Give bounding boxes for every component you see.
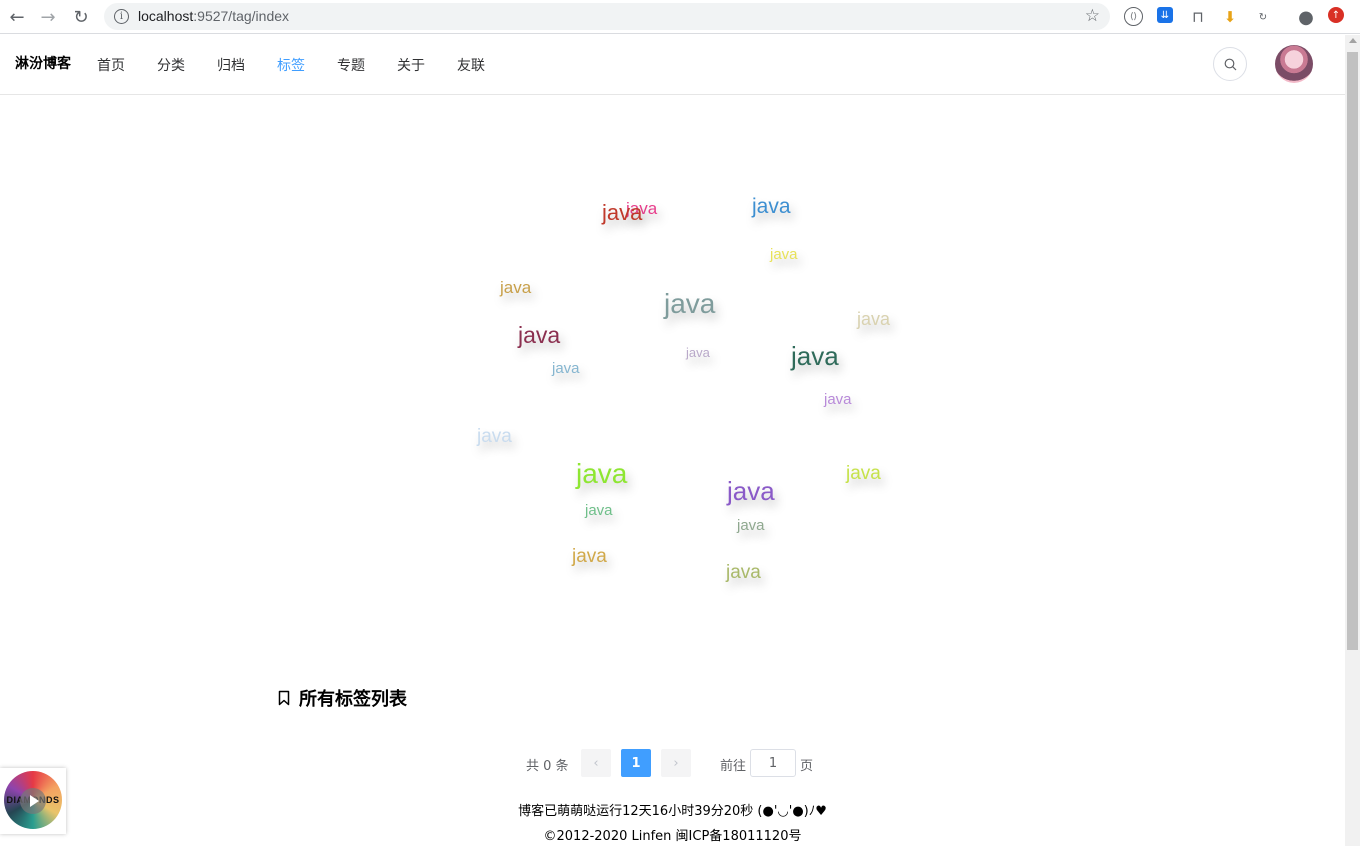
music-player[interactable]: DIAMONDS [0, 768, 66, 834]
tag-item[interactable]: java [752, 195, 791, 219]
extension-icon[interactable]: ⟨⟩ [1124, 7, 1143, 26]
browser-toolbar: ← → ↻ i localhost:9527/tag/index ☆ ⟨⟩ ⇊ … [0, 0, 1360, 34]
tag-item[interactable]: java [686, 345, 710, 360]
play-icon[interactable] [20, 788, 46, 814]
tag-item[interactable]: java [737, 517, 765, 534]
nav-topics[interactable]: 专题 [337, 55, 365, 75]
nav-category[interactable]: 分类 [157, 55, 185, 75]
scrollbar-thumb[interactable] [1347, 52, 1358, 650]
tag-item[interactable]: java [576, 458, 627, 490]
next-page-button[interactable]: › [661, 749, 691, 777]
tag-item[interactable]: java [518, 322, 560, 349]
tag-item[interactable]: java [572, 546, 607, 568]
tag-item[interactable]: java [585, 502, 613, 519]
footer-runtime: 博客已萌萌哒运行12天16小时39分20秒 (●'◡'●)ﾉ♥ [518, 804, 827, 819]
tag-item[interactable]: java [477, 426, 512, 448]
tag-item[interactable]: java [846, 463, 881, 485]
tag-item[interactable]: java [664, 288, 715, 320]
bookmark-icon[interactable]: ⊓ [1188, 7, 1208, 27]
nav-home[interactable]: 首页 [97, 55, 125, 75]
tag-item[interactable]: java [727, 476, 775, 507]
prev-page-button[interactable]: ‹ [581, 749, 611, 777]
section-title: 所有标签列表 [299, 689, 407, 710]
tag-item[interactable]: java [857, 309, 890, 330]
tag-item[interactable]: java [552, 360, 580, 377]
tag-item[interactable]: java [791, 341, 839, 372]
url-path: :9527/tag/index [193, 8, 290, 24]
tag-item[interactable]: java [770, 246, 798, 263]
nav-archive[interactable]: 归档 [217, 55, 245, 75]
tag-item[interactable]: java [500, 278, 531, 298]
back-arrow-icon[interactable]: ← [4, 4, 30, 30]
page-number-current[interactable]: 1 [621, 749, 651, 777]
account-icon[interactable]: ● [1296, 7, 1316, 28]
reload-icon[interactable]: ↻ [68, 4, 94, 30]
bookmark-outline-icon [278, 690, 290, 706]
tag-item[interactable]: java [602, 200, 642, 226]
extension-arrow-icon[interactable]: ⬇ [1220, 7, 1240, 27]
forward-arrow-icon[interactable]: → [35, 4, 61, 30]
search-icon [1224, 58, 1237, 71]
nav-links[interactable]: 友联 [457, 55, 485, 75]
nav-tags[interactable]: 标签 [277, 55, 305, 75]
section-heading: 所有标签列表 [278, 686, 407, 710]
url-host: localhost [138, 8, 194, 24]
tag-cloud: java java java java java java java java … [0, 96, 1345, 656]
off-extension-icon[interactable]: ↻ [1253, 7, 1273, 27]
goto-label: 前往 [720, 759, 747, 774]
url-text: localhost:9527/tag/index [138, 8, 289, 24]
avatar[interactable] [1275, 45, 1313, 83]
site-info-icon[interactable]: i [114, 9, 129, 24]
nav-about[interactable]: 关于 [397, 55, 425, 75]
download-extension-icon[interactable]: ⇊ [1157, 7, 1173, 23]
pagination-total: 共 0 条 [526, 759, 569, 774]
page-suffix-label: 页 [800, 759, 814, 774]
footer-copyright[interactable]: ©2012-2020 Linfen 闽ICP备18011120号 [0, 825, 1345, 844]
tag-item[interactable]: java [824, 391, 852, 408]
search-button[interactable] [1213, 47, 1247, 81]
site-header: 淋汾博客 首页 分类 归档 标签 专题 关于 友联 [0, 35, 1345, 95]
update-icon[interactable]: ↑ [1328, 7, 1344, 23]
goto-page-input[interactable] [750, 749, 796, 777]
tag-item[interactable]: java [726, 562, 761, 584]
address-bar[interactable]: i localhost:9527/tag/index ☆ [104, 3, 1110, 30]
bookmark-star-icon[interactable]: ☆ [1085, 6, 1100, 26]
site-brand[interactable]: 淋汾博客 [15, 53, 71, 73]
scroll-up-arrow-icon[interactable] [1349, 38, 1357, 43]
